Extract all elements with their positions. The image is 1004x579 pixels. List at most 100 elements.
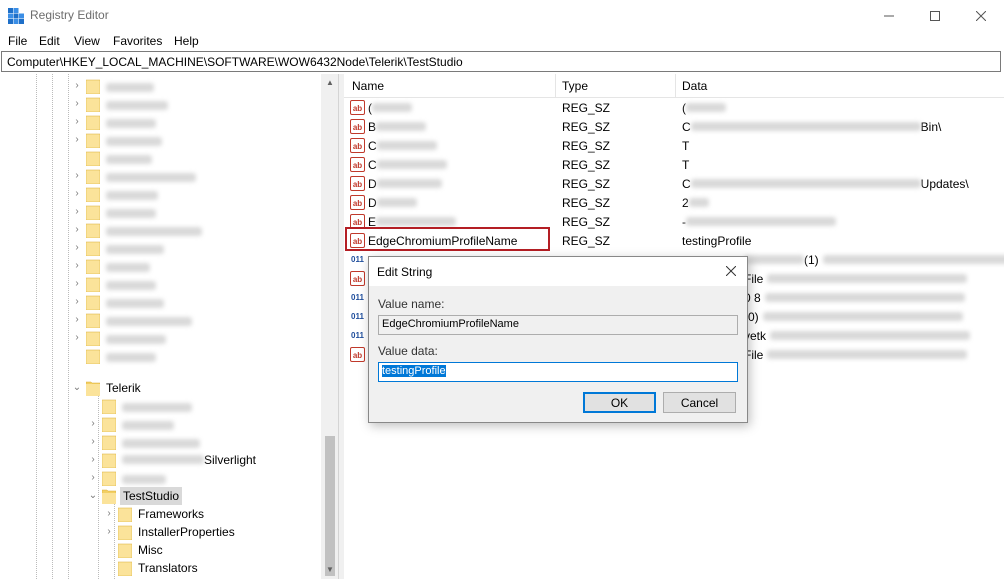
tree-item[interactable]: › <box>0 433 320 451</box>
tree-item[interactable] <box>0 149 320 167</box>
value-data-input[interactable]: testingProfile <box>378 362 738 382</box>
tree-item[interactable]: › <box>0 77 320 95</box>
minimize-button[interactable] <box>866 0 912 31</box>
string-value-icon: ab <box>350 195 365 210</box>
tree-item[interactable]: › <box>0 221 320 239</box>
column-separator[interactable] <box>555 74 556 98</box>
tree-item[interactable]: › <box>0 131 320 149</box>
value-name: C <box>368 139 437 153</box>
menu-edit[interactable]: Edit <box>39 34 60 48</box>
column-data[interactable]: Data <box>682 79 707 93</box>
chevron-right-icon[interactable]: › <box>72 117 82 127</box>
maximize-button[interactable] <box>912 0 958 31</box>
tree-scrollbar-thumb[interactable] <box>325 436 335 576</box>
tree-item[interactable]: › <box>0 415 320 433</box>
chevron-down-icon[interactable]: ⌄ <box>88 491 98 501</box>
chevron-right-icon[interactable]: › <box>72 333 82 343</box>
value-type: REG_SZ <box>562 120 611 134</box>
chevron-right-icon[interactable]: › <box>72 81 82 91</box>
menu-file[interactable]: File <box>8 34 27 48</box>
string-value-icon: ab <box>350 347 365 362</box>
window-title: Registry Editor <box>30 8 109 22</box>
table-row[interactable]: ab B REG_SZ C Bin\ <box>344 117 1004 136</box>
chevron-right-icon[interactable]: › <box>88 419 98 429</box>
chevron-right-icon[interactable]: › <box>88 473 98 483</box>
chevron-right-icon[interactable]: › <box>88 455 98 465</box>
string-value-icon: ab <box>350 271 365 286</box>
tree-item[interactable]: › <box>0 257 320 275</box>
chevron-right-icon[interactable]: › <box>72 225 82 235</box>
tree-item[interactable]: › <box>0 95 320 113</box>
chevron-right-icon[interactable]: › <box>72 171 82 181</box>
folder-icon <box>118 525 132 540</box>
chevron-right-icon[interactable]: › <box>72 297 82 307</box>
tree-item[interactable]: › <box>0 113 320 131</box>
menu-bar: File Edit View Favorites Help <box>0 31 1004 51</box>
cancel-button[interactable]: Cancel <box>663 392 736 413</box>
scroll-down-icon[interactable]: ▼ <box>325 565 335 575</box>
tree-item[interactable]: › <box>0 329 320 347</box>
tree-item[interactable]: › <box>0 469 320 487</box>
column-separator[interactable] <box>675 74 676 98</box>
blurred-key-name <box>106 333 166 347</box>
key-tree-pane[interactable]: › › › › › › › › › › › › › › ⌄ Telerik › › › Silverlig… <box>0 74 339 579</box>
folder-icon <box>102 417 116 432</box>
value-name: B <box>368 120 427 134</box>
binary-value-icon: 011 <box>351 255 364 264</box>
folder-icon <box>86 313 100 328</box>
tree-item-label: InstallerProperties <box>138 525 235 539</box>
tree-item[interactable]: › <box>0 239 320 257</box>
address-path: Computer\HKEY_LOCAL_MACHINE\SOFTWARE\WOW… <box>7 55 463 69</box>
chevron-right-icon[interactable]: › <box>72 261 82 271</box>
tree-item[interactable] <box>0 397 320 415</box>
close-icon <box>976 10 986 21</box>
table-row[interactable]: ab C REG_SZ T <box>344 136 1004 155</box>
chevron-right-icon[interactable]: › <box>72 189 82 199</box>
chevron-right-icon[interactable]: › <box>72 315 82 325</box>
tree-item-translators[interactable]: Translators <box>0 559 320 577</box>
menu-help[interactable]: Help <box>174 34 199 48</box>
table-row[interactable]: ab D REG_SZ 2 <box>344 193 1004 212</box>
chevron-right-icon[interactable]: › <box>104 509 114 519</box>
address-bar[interactable]: Computer\HKEY_LOCAL_MACHINE\SOFTWARE\WOW… <box>1 51 1001 72</box>
chevron-right-icon[interactable]: › <box>72 207 82 217</box>
highlight-box <box>345 227 550 251</box>
menu-view[interactable]: View <box>74 34 100 48</box>
tree-item[interactable]: › <box>0 167 320 185</box>
chevron-right-icon[interactable]: › <box>72 243 82 253</box>
chevron-down-icon[interactable]: ⌄ <box>72 383 82 393</box>
chevron-right-icon[interactable]: › <box>104 527 114 537</box>
tree-item-telerik[interactable]: ⌄ Telerik <box>0 379 320 397</box>
blurred-key-name <box>106 225 202 239</box>
dialog-title-bar: Edit String <box>369 257 747 286</box>
folder-icon <box>86 259 100 274</box>
tree-item[interactable]: › <box>0 203 320 221</box>
tree-item-misc[interactable]: Misc <box>0 541 320 559</box>
tree-item-teststudio[interactable]: ⌄ TestStudio <box>0 487 320 505</box>
table-row[interactable]: ab D REG_SZ C Updates\ <box>344 174 1004 193</box>
chevron-right-icon[interactable]: › <box>72 279 82 289</box>
menu-favorites[interactable]: Favorites <box>113 34 162 48</box>
chevron-right-icon[interactable]: › <box>72 99 82 109</box>
tree-item[interactable]: › <box>0 293 320 311</box>
tree-item-frameworks[interactable]: › Frameworks <box>0 505 320 523</box>
close-button[interactable] <box>958 0 1004 31</box>
chevron-right-icon[interactable]: › <box>88 437 98 447</box>
tree-item[interactable]: › <box>0 311 320 329</box>
column-type[interactable]: Type <box>562 79 588 93</box>
ok-button[interactable]: OK <box>583 392 656 413</box>
chevron-right-icon[interactable]: › <box>72 135 82 145</box>
tree-item[interactable] <box>0 347 320 365</box>
tree-item[interactable]: › <box>0 275 320 293</box>
tree-item-silverlight[interactable]: › Silverlight <box>0 451 320 469</box>
tree-item[interactable]: › <box>0 185 320 203</box>
scroll-up-icon[interactable]: ▲ <box>325 78 335 88</box>
column-name[interactable]: Name <box>352 79 384 93</box>
dialog-close-button[interactable] <box>719 260 743 282</box>
tree-item-installerproperties[interactable]: › InstallerProperties <box>0 523 320 541</box>
tree-item-label: Frameworks <box>138 507 205 521</box>
table-row[interactable]: ab C REG_SZ T <box>344 155 1004 174</box>
blurred-key-name <box>106 261 150 275</box>
table-row[interactable]: ab(REG_SZ( <box>344 98 1004 117</box>
tree-scrollbar[interactable]: ▲ ▼ <box>321 74 338 579</box>
